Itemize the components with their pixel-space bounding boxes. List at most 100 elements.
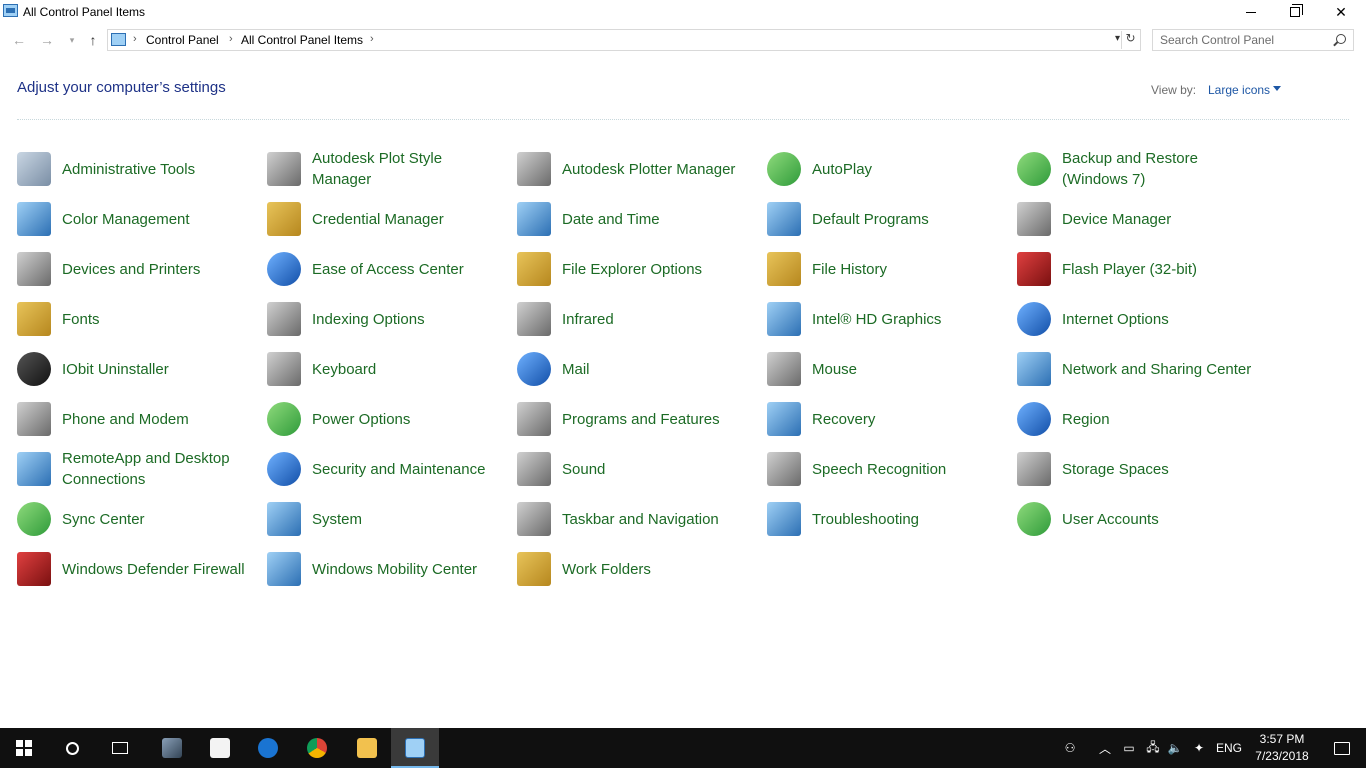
breadcrumb-separator[interactable]: ›	[229, 33, 233, 45]
search-box[interactable]	[1152, 29, 1354, 51]
item-label[interactable]: System	[312, 497, 502, 541]
item-label[interactable]: IObit Uninstaller	[62, 347, 252, 391]
item-autodesk-plotter-manager[interactable]: Autodesk Plotter Manager	[517, 147, 757, 191]
up-button[interactable]: ↑	[83, 30, 103, 50]
item-label[interactable]: Storage Spaces	[1062, 447, 1252, 491]
volume-tray-button[interactable]: 🔈	[1166, 728, 1184, 768]
taskbar-app-chrome[interactable]	[293, 728, 341, 768]
item-speech-recognition[interactable]: Speech Recognition	[767, 447, 1007, 491]
item-storage-spaces[interactable]: Storage Spaces	[1017, 447, 1257, 491]
item-autodesk-plot-style-manager[interactable]: Autodesk Plot Style Manager	[267, 147, 507, 191]
item-user-accounts[interactable]: User Accounts	[1017, 497, 1257, 541]
view-by-dropdown[interactable]: Large icons	[1208, 83, 1270, 97]
taskbar-app-autodesk[interactable]	[148, 728, 196, 768]
item-indexing-options[interactable]: Indexing Options	[267, 297, 507, 341]
item-label[interactable]: Flash Player (32-bit)	[1062, 247, 1252, 291]
item-label[interactable]: Power Options	[312, 397, 502, 441]
start-button[interactable]	[0, 728, 48, 768]
item-label[interactable]: AutoPlay	[812, 147, 1002, 191]
item-sync-center[interactable]: Sync Center	[17, 497, 257, 541]
item-label[interactable]: Fonts	[62, 297, 252, 341]
refresh-button[interactable]: ↻	[1121, 31, 1139, 49]
item-label[interactable]: Troubleshooting	[812, 497, 1002, 541]
item-label[interactable]: Intel® HD Graphics	[812, 297, 1002, 341]
item-sound[interactable]: Sound	[517, 447, 757, 491]
item-label[interactable]: Sound	[562, 447, 752, 491]
view-by-dropdown-arrow-icon[interactable]	[1273, 86, 1281, 91]
item-label[interactable]: Color Management	[62, 197, 252, 241]
item-device-manager[interactable]: Device Manager	[1017, 197, 1257, 241]
item-label[interactable]: Windows Mobility Center	[312, 547, 502, 591]
taskbar-app-store[interactable]	[196, 728, 244, 768]
item-region[interactable]: Region	[1017, 397, 1257, 441]
maximize-button[interactable]	[1272, 0, 1318, 24]
item-phone-and-modem[interactable]: Phone and Modem	[17, 397, 257, 441]
taskbar-app-file-explorer[interactable]	[343, 728, 391, 768]
item-label[interactable]: Devices and Printers	[62, 247, 252, 291]
item-internet-options[interactable]: Internet Options	[1017, 297, 1257, 341]
item-work-folders[interactable]: Work Folders	[517, 547, 757, 591]
taskbar-search-button[interactable]	[48, 728, 96, 768]
item-label[interactable]: Work Folders	[562, 547, 752, 591]
recent-locations-button[interactable]: ▾	[62, 30, 82, 50]
item-label[interactable]: Backup and Restore (Windows 7)	[1062, 147, 1252, 191]
item-file-history[interactable]: File History	[767, 247, 1007, 291]
address-bar[interactable]: › Control Panel › All Control Panel Item…	[107, 29, 1141, 51]
item-backup-and-restore[interactable]: Backup and Restore (Windows 7)	[1017, 147, 1257, 191]
breadcrumb-all-items[interactable]: All Control Panel Items	[241, 33, 363, 47]
item-system[interactable]: System	[267, 497, 507, 541]
item-devices-and-printers[interactable]: Devices and Printers	[17, 247, 257, 291]
item-mouse[interactable]: Mouse	[767, 347, 1007, 391]
back-button[interactable]: ←	[9, 30, 29, 50]
item-label[interactable]: File Explorer Options	[562, 247, 752, 291]
item-label[interactable]: Credential Manager	[312, 197, 502, 241]
taskbar-app-control-panel[interactable]	[391, 728, 439, 768]
close-button[interactable]: ✕	[1318, 0, 1364, 24]
people-button[interactable]: ⚇	[1060, 728, 1080, 768]
item-label[interactable]: Mail	[562, 347, 752, 391]
battery-tray-button[interactable]: ▭	[1120, 728, 1138, 768]
action-center-button[interactable]	[1318, 728, 1366, 768]
item-iobit-uninstaller[interactable]: IObit Uninstaller	[17, 347, 257, 391]
item-recovery[interactable]: Recovery	[767, 397, 1007, 441]
item-intel-hd-graphics[interactable]: Intel® HD Graphics	[767, 297, 1007, 341]
item-troubleshooting[interactable]: Troubleshooting	[767, 497, 1007, 541]
item-windows-defender-firewall[interactable]: Windows Defender Firewall	[17, 547, 257, 591]
search-icon[interactable]	[1336, 34, 1346, 44]
forward-button[interactable]: →	[37, 30, 57, 50]
item-windows-mobility-center[interactable]: Windows Mobility Center	[267, 547, 507, 591]
item-fonts[interactable]: Fonts	[17, 297, 257, 341]
item-label[interactable]: Date and Time	[562, 197, 752, 241]
item-mail[interactable]: Mail	[517, 347, 757, 391]
item-label[interactable]: Speech Recognition	[812, 447, 1002, 491]
item-label[interactable]: Recovery	[812, 397, 1002, 441]
item-default-programs[interactable]: Default Programs	[767, 197, 1007, 241]
item-taskbar-and-navigation[interactable]: Taskbar and Navigation	[517, 497, 757, 541]
item-credential-manager[interactable]: Credential Manager	[267, 197, 507, 241]
address-dropdown-button[interactable]: ▾	[1115, 33, 1120, 44]
item-label[interactable]: Windows Defender Firewall	[62, 547, 252, 591]
show-hidden-icons-button[interactable]: ︿	[1096, 728, 1114, 768]
item-label[interactable]: Autodesk Plot Style Manager	[312, 147, 502, 191]
dropbox-tray-button[interactable]: ✦	[1190, 728, 1208, 768]
item-keyboard[interactable]: Keyboard	[267, 347, 507, 391]
breadcrumb-separator[interactable]: ›	[133, 33, 137, 45]
item-network-and-sharing-center[interactable]: Network and Sharing Center	[1017, 347, 1257, 391]
item-flash-player[interactable]: Flash Player (32-bit)	[1017, 247, 1257, 291]
item-label[interactable]: Taskbar and Navigation	[562, 497, 752, 541]
item-label[interactable]: Default Programs	[812, 197, 1002, 241]
breadcrumb-separator[interactable]: ›	[370, 33, 374, 45]
item-label[interactable]: Infrared	[562, 297, 752, 341]
item-label[interactable]: RemoteApp and Desktop Connections	[62, 447, 252, 491]
taskbar-app-edge[interactable]	[244, 728, 292, 768]
item-remoteapp-and-desktop-connections[interactable]: RemoteApp and Desktop Connections	[17, 447, 257, 491]
item-label[interactable]: Sync Center	[62, 497, 252, 541]
item-programs-and-features[interactable]: Programs and Features	[517, 397, 757, 441]
item-label[interactable]: Region	[1062, 397, 1252, 441]
item-infrared[interactable]: Infrared	[517, 297, 757, 341]
item-color-management[interactable]: Color Management	[17, 197, 257, 241]
item-label[interactable]: Programs and Features	[562, 397, 752, 441]
item-label[interactable]: Indexing Options	[312, 297, 502, 341]
item-date-and-time[interactable]: Date and Time	[517, 197, 757, 241]
item-label[interactable]: Device Manager	[1062, 197, 1252, 241]
